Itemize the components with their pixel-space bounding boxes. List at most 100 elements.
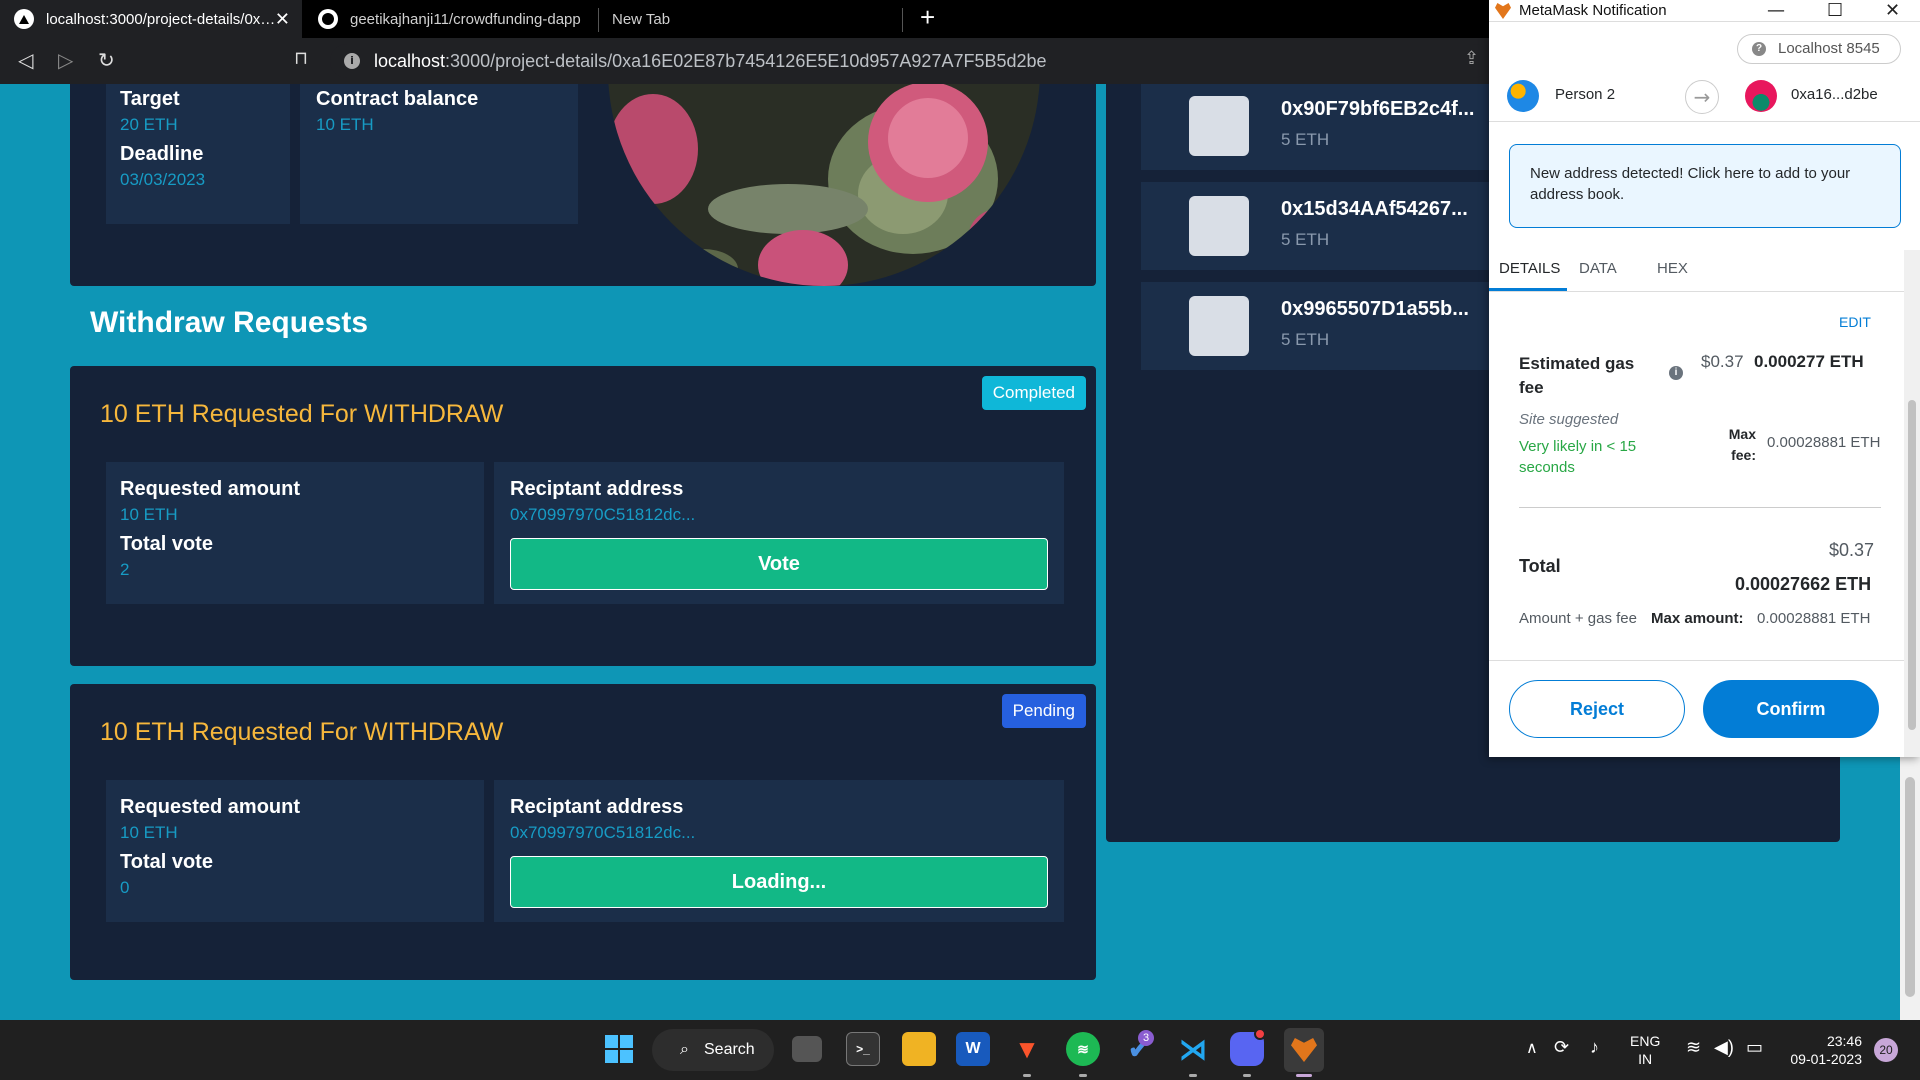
tab-hex[interactable]: HEX	[1657, 260, 1688, 277]
recipient-address-value: 0x70997970C51812dc...	[510, 823, 696, 842]
brave-icon[interactable]: ▼	[1010, 1032, 1044, 1066]
recipient-box: Reciptant address 0x70997970C51812dc... …	[494, 462, 1064, 604]
forward-icon[interactable]: ▷	[58, 48, 73, 72]
likely-time-text: Very likely in < 15 seconds	[1519, 438, 1637, 476]
account-row: Person 2 → 0xa16...d2be	[1489, 72, 1920, 122]
close-icon[interactable]: ✕	[1885, 0, 1900, 21]
microphone-icon[interactable]: ♪	[1590, 1038, 1599, 1056]
taskbar-search[interactable]: ⌕ Search	[652, 1029, 774, 1071]
contributor-avatar	[1189, 296, 1249, 356]
discord-notification-dot	[1254, 1028, 1266, 1040]
reject-button[interactable]: Reject	[1509, 680, 1685, 738]
windows-taskbar: ⌕ Search >_ W ▼ ≋ ✔ 3 ⋊ ∧ ⟳ ♪ ENG IN ≋ ◀…	[0, 1020, 1920, 1080]
notification-count[interactable]: 20	[1874, 1038, 1898, 1062]
tab-new-tab[interactable]: New Tab	[606, 0, 906, 38]
request-title: 10 ETH Requested For WITHDRAW	[100, 718, 504, 746]
vscode-icon[interactable]: ⋊	[1176, 1032, 1210, 1066]
wifi-icon[interactable]: ≋	[1686, 1038, 1701, 1056]
metamask-window-title: MetaMask Notification	[1519, 2, 1667, 19]
file-explorer-icon[interactable]	[902, 1032, 936, 1066]
from-account-name: Person 2	[1555, 86, 1616, 103]
tab-project-details[interactable]: localhost:3000/project-details/0x… ✕	[0, 0, 302, 38]
bookmark-icon[interactable]: ⊓	[294, 48, 308, 69]
new-tab-button[interactable]: +	[920, 2, 935, 33]
tab-github[interactable]: geetikajhanji11/crowdfunding-dapp	[304, 0, 604, 38]
tab-separator	[902, 8, 903, 32]
network-selector[interactable]: ? Localhost 8545	[1737, 34, 1901, 64]
total-vote-label: Total vote	[120, 851, 213, 873]
arrow-right-icon: →	[1685, 80, 1719, 114]
metamask-scroll-thumb[interactable]	[1908, 400, 1916, 730]
url-text: localhost:3000/project-details/0xa16E02E…	[374, 51, 1047, 71]
page-scroll-thumb[interactable]	[1905, 777, 1915, 997]
contributor-address: 0x9965507D1a55b...	[1281, 298, 1469, 320]
edit-gas-link[interactable]: EDIT	[1839, 314, 1871, 330]
request-amount-box: Requested amount 10 ETH Total vote 2	[106, 462, 484, 604]
maximize-icon[interactable]: ☐	[1827, 0, 1843, 21]
gas-fee-usd: $0.37	[1701, 352, 1744, 371]
metamask-icon[interactable]	[1284, 1028, 1324, 1072]
network-help-icon: ?	[1752, 42, 1766, 56]
clock[interactable]: 23:46 09-01-2023	[1782, 1032, 1862, 1068]
contributor-avatar	[1189, 196, 1249, 256]
requested-amount-value: 10 ETH	[120, 505, 178, 524]
total-vote-value: 2	[120, 560, 130, 579]
estimated-gas-label: Estimated gas fee	[1519, 354, 1635, 397]
max-fee-value: 0.00028881 ETH	[1767, 434, 1881, 451]
total-vote-label: Total vote	[120, 533, 213, 555]
footer-divider	[1489, 660, 1904, 661]
tab-title: New Tab	[612, 10, 671, 28]
reload-icon[interactable]: ↻	[98, 48, 115, 72]
tab-data[interactable]: DATA	[1579, 260, 1617, 277]
network-name: Localhost 8545	[1778, 40, 1880, 57]
chevron-up-icon[interactable]: ∧	[1526, 1040, 1538, 1058]
language-top: ENG	[1630, 1033, 1661, 1049]
active-tab-indicator	[1489, 288, 1567, 291]
tab-separator	[598, 8, 599, 32]
minimize-icon[interactable]: —	[1767, 0, 1785, 21]
vercel-tab-icon	[14, 9, 34, 29]
status-badge: Pending	[1001, 694, 1086, 728]
word-icon[interactable]: W	[956, 1032, 990, 1066]
metamask-scrollbar[interactable]	[1904, 250, 1920, 757]
total-vote-value: 0	[120, 878, 130, 897]
status-badge: Completed	[981, 376, 1086, 410]
confirm-button[interactable]: Confirm	[1703, 680, 1879, 738]
tab-details[interactable]: DETAILS	[1499, 260, 1560, 277]
loading-button[interactable]: Loading...	[510, 856, 1048, 908]
from-account-avatar	[1507, 80, 1539, 112]
balance-value: 10 ETH	[316, 115, 374, 134]
clock-date: 09-01-2023	[1790, 1051, 1862, 1067]
running-indicator	[1189, 1074, 1197, 1077]
requested-amount-label: Requested amount	[120, 796, 301, 818]
back-icon[interactable]: ◁	[18, 48, 33, 72]
tab-title: geetikajhanji11/crowdfunding-dapp	[350, 10, 581, 28]
balance-label: Contract balance	[316, 88, 479, 110]
site-info-icon[interactable]: i	[344, 53, 360, 69]
close-tab-icon[interactable]: ✕	[275, 9, 290, 30]
max-amount-label: Max amount:	[1651, 610, 1744, 627]
withdraw-request-card: 10 ETH Requested For WITHDRAW Pending Re…	[70, 684, 1096, 980]
windows-start-icon[interactable]	[602, 1032, 636, 1066]
terminal-icon[interactable]: >_	[846, 1032, 880, 1066]
request-title: 10 ETH Requested For WITHDRAW	[100, 400, 504, 428]
address-bar[interactable]: i localhost:3000/project-details/0xa16E0…	[330, 44, 1490, 78]
sync-icon[interactable]: ⟳	[1554, 1038, 1569, 1056]
language-bottom: IN	[1638, 1051, 1653, 1067]
project-summary-card: Target 20 ETH Deadline 03/03/2023 Contra…	[70, 84, 1096, 286]
max-amount-value: 0.00028881 ETH	[1757, 610, 1871, 627]
metamask-fox-icon	[1495, 3, 1511, 19]
volume-icon[interactable]: ◀)	[1714, 1038, 1734, 1056]
vote-button[interactable]: Vote	[510, 538, 1048, 590]
battery-icon[interactable]: ▭	[1746, 1038, 1763, 1056]
withdraw-request-card: 10 ETH Requested For WITHDRAW Completed …	[70, 366, 1096, 666]
page-scrollbar[interactable]	[1900, 757, 1920, 1020]
language-indicator[interactable]: ENG IN	[1630, 1032, 1660, 1068]
new-address-notice[interactable]: New address detected! Click here to add …	[1509, 144, 1901, 228]
share-icon[interactable]: ⇪	[1464, 48, 1479, 69]
search-icon: ⌕	[680, 1041, 689, 1058]
task-view-icon[interactable]	[792, 1036, 822, 1062]
spotify-icon[interactable]: ≋	[1066, 1032, 1100, 1066]
project-image	[608, 84, 1040, 286]
gas-info-icon[interactable]: i	[1669, 366, 1683, 380]
